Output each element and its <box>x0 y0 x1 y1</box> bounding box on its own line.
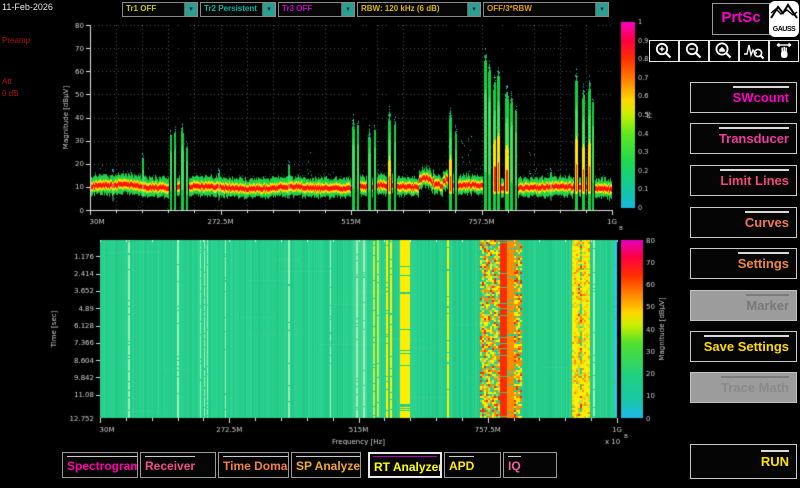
attenuation-label: Att <box>2 77 12 86</box>
run-label: RUN <box>761 450 789 469</box>
chevron-down-icon: ▾ <box>184 3 197 16</box>
date-label: 11-Feb-2026 <box>2 2 53 12</box>
zoom-out-icon <box>684 42 704 60</box>
swcount-button[interactable]: SWcount <box>690 82 797 113</box>
chevron-down-icon: ▾ <box>341 3 354 16</box>
swcount-label: SWcount <box>733 86 789 105</box>
limit-lines-label: Limit Lines <box>720 169 789 188</box>
persistence-spectrum-plot[interactable] <box>40 10 670 235</box>
trace-math-button: Trace Math <box>690 372 797 403</box>
tab-spectrogram-label: Spectrogram <box>67 456 138 473</box>
print-screen-button[interactable]: PrtSc <box>712 3 770 35</box>
settings-button[interactable]: Settings <box>690 248 797 279</box>
trace1-dropdown[interactable]: Tr1 OFF ▾ <box>122 2 198 17</box>
step-mode-dropdown[interactable]: OFF/3*RBW ▾ <box>483 2 609 17</box>
tab-spectrogram[interactable]: Spectrogram <box>62 452 138 478</box>
tab-apd[interactable]: APD <box>444 452 501 478</box>
tab-apd-label: APD <box>449 456 474 473</box>
tab-time-domain[interactable]: Time Domain <box>218 452 289 478</box>
pan-hand-icon <box>774 42 794 60</box>
trace3-dropdown[interactable]: Tr3 OFF ▾ <box>278 2 355 17</box>
chevron-down-icon: ▾ <box>595 3 608 16</box>
mountains-icon <box>770 1 798 23</box>
trace2-dropdown[interactable]: Tr2 Persistent ▾ <box>200 2 276 17</box>
tab-receiver-label: Receiver <box>145 456 195 473</box>
zoom-in-button[interactable] <box>649 40 679 62</box>
trace1-value: Tr1 OFF <box>126 3 156 15</box>
tab-sp-analyzer-label: SP Analyzer <box>296 456 361 473</box>
zoom-signal-button[interactable] <box>739 40 769 62</box>
tab-sp-analyzer[interactable]: SP Analyzer <box>291 452 361 478</box>
curves-label: Curves <box>745 211 789 230</box>
preamp-status-label: Preamp <box>2 36 30 45</box>
tab-rt-analyzer-label: RT Analyzer <box>374 458 442 474</box>
transducer-button[interactable]: Transducer <box>690 123 797 154</box>
tab-rt-analyzer[interactable]: RT Analyzer <box>368 452 442 478</box>
rbw-dropdown[interactable]: RBW: 120 kHz (6 dB) ▾ <box>357 2 481 17</box>
transducer-label: Transducer <box>719 127 789 146</box>
chevron-down-icon: ▾ <box>467 3 480 16</box>
run-button[interactable]: RUN <box>690 444 797 479</box>
rbw-value: RBW: 120 kHz (6 dB) <box>361 3 440 15</box>
spectrogram-plot[interactable] <box>40 230 670 460</box>
tab-iq[interactable]: IQ <box>503 452 557 478</box>
curves-button[interactable]: Curves <box>690 207 797 238</box>
marker-button: Marker <box>690 290 797 321</box>
chevron-down-icon: ▾ <box>262 3 275 16</box>
trace-math-label: Trace Math <box>721 376 789 395</box>
gauss-logo: GAUSS <box>769 1 799 37</box>
tab-receiver[interactable]: Receiver <box>140 452 216 478</box>
tab-time-domain-label: Time Domain <box>223 456 289 473</box>
zoom-home-icon <box>714 42 734 60</box>
settings-label: Settings <box>738 252 789 271</box>
zoom-in-icon <box>654 42 674 60</box>
pan-button[interactable] <box>769 40 799 62</box>
save-settings-label: Save Settings <box>704 335 789 354</box>
save-settings-button[interactable]: Save Settings <box>690 331 797 362</box>
limit-lines-button[interactable]: Limit Lines <box>690 165 797 196</box>
logo-text: GAUSS <box>769 26 799 33</box>
zoom-out-button[interactable] <box>679 40 709 62</box>
zoom-reset-button[interactable] <box>709 40 739 62</box>
app-window: 11-Feb-2026 Preamp Att 0 dB Tr1 OFF ▾ Tr… <box>0 0 800 488</box>
tab-accent-line <box>373 456 437 457</box>
trace2-value: Tr2 Persistent <box>204 3 257 15</box>
marker-label: Marker <box>746 294 789 313</box>
step-mode-value: OFF/3*RBW <box>487 3 532 15</box>
trace3-value: Tr3 OFF <box>282 3 312 15</box>
zoom-signal-icon <box>743 42 765 60</box>
tab-iq-label: IQ <box>508 456 521 473</box>
attenuation-value: 0 dB <box>2 89 18 98</box>
